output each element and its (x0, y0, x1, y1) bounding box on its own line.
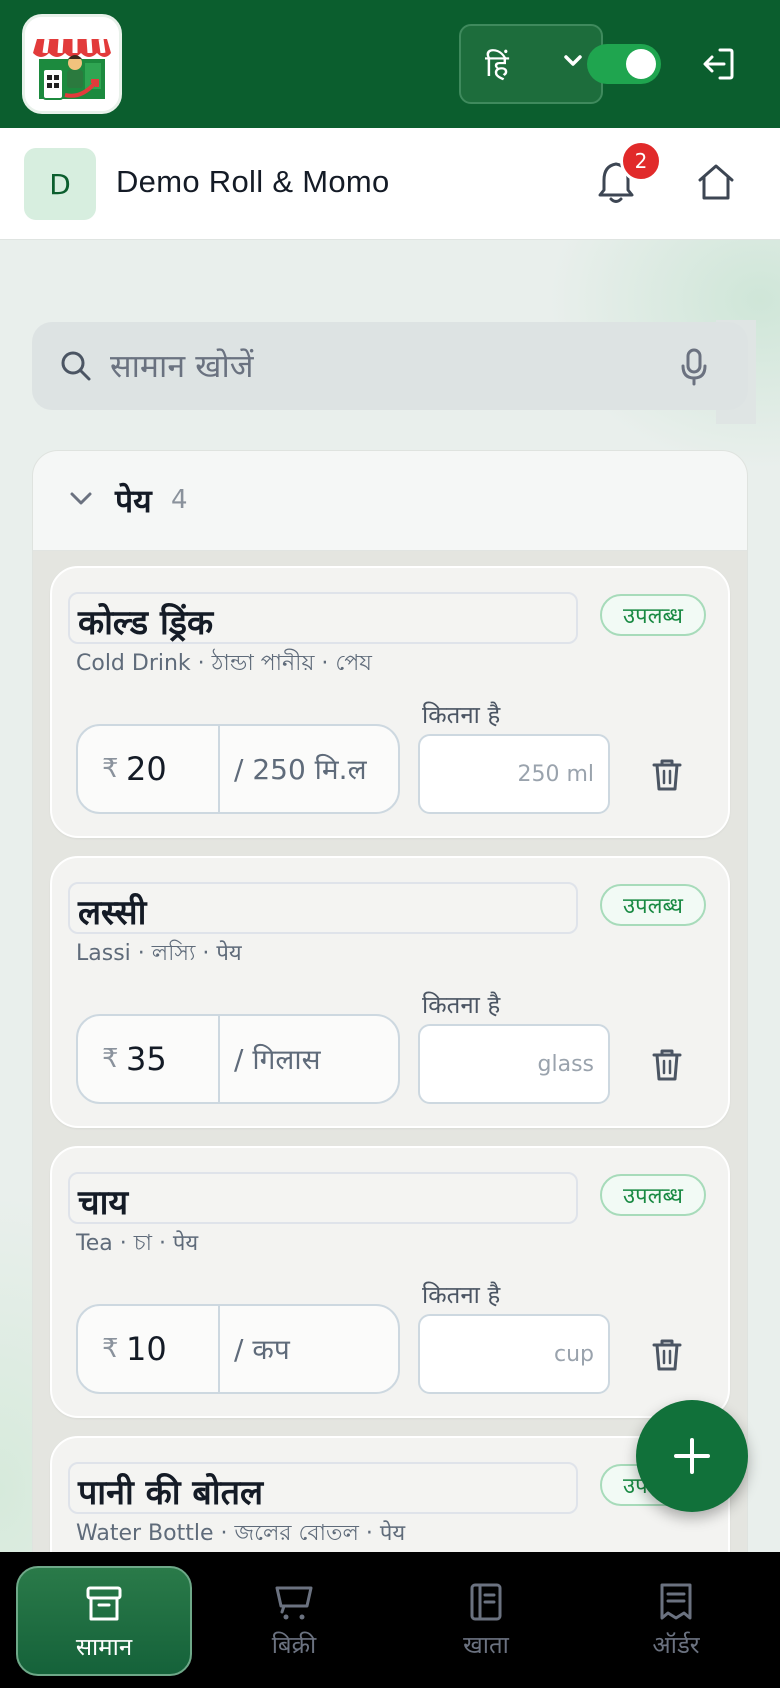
quantity-input[interactable]: cup (418, 1314, 610, 1394)
item-name-field[interactable]: पानी की बोतल (68, 1462, 578, 1514)
item-name: कोल्ड ड्रिंक (78, 603, 214, 643)
nav-item-sales[interactable]: बिक्री (206, 1566, 382, 1676)
rupee-symbol: ₹ (102, 1044, 119, 1074)
nav-label: खाता (463, 1631, 509, 1659)
plus-icon (674, 1438, 710, 1474)
notification-badge: 2 (620, 140, 662, 182)
shop-name: Demo Roll & Momo (116, 164, 390, 199)
trash-icon[interactable] (652, 758, 682, 792)
language-select[interactable]: हिं (459, 24, 603, 104)
item-card: चाय उपलब्ध Tea · চা · पेय कितना है ₹ 10 … (50, 1146, 730, 1418)
search-input[interactable]: सामान खोजें (32, 322, 748, 410)
item-subtitle: Lassi · লস্যি · पेय (76, 941, 242, 966)
price-value[interactable]: 10 (126, 1330, 167, 1368)
chevron-down-icon (564, 55, 582, 66)
home-icon[interactable] (696, 162, 736, 202)
price-unit[interactable]: / 250 मि.ल (234, 750, 367, 788)
trash-icon[interactable] (652, 1338, 682, 1372)
microphone-icon[interactable] (680, 348, 708, 386)
price-divider (218, 726, 220, 812)
price-unit[interactable]: / गिलास (234, 1040, 321, 1078)
price-divider (218, 1306, 220, 1392)
item-name: पानी की बोतल (78, 1473, 264, 1513)
item-name-field[interactable]: कोल्ड ड्रिंक (68, 592, 578, 644)
status-badge[interactable]: उपलब्ध (600, 884, 706, 926)
category-count: 4 (171, 485, 188, 515)
price-unit[interactable]: / कप (234, 1330, 290, 1368)
item-subtitle: Tea · চা · पेय (76, 1231, 199, 1256)
shop-logo[interactable] (22, 14, 122, 114)
status-badge[interactable]: उपलब्ध (600, 594, 706, 636)
trash-icon[interactable] (652, 1048, 682, 1082)
language-select-value: हिं (485, 48, 509, 84)
item-name-field[interactable]: लस्सी (68, 882, 578, 934)
quantity-placeholder: cup (553, 1342, 594, 1367)
add-item-button[interactable] (636, 1400, 748, 1512)
top-app-bar: हिं (0, 0, 780, 128)
status-badge[interactable]: उपलब्ध (600, 1174, 706, 1216)
chevron-down-icon (70, 492, 92, 505)
nav-item-items[interactable]: सामान (16, 1566, 192, 1676)
shop-header: D Demo Roll & Momo 2 (0, 128, 780, 240)
quantity-label: कितना है (422, 1281, 501, 1309)
price-value[interactable]: 20 (126, 750, 167, 788)
price-field[interactable]: ₹ 20 / 250 मि.ल (76, 724, 400, 814)
nav-label: सामान (75, 1633, 133, 1661)
price-value[interactable]: 35 (126, 1040, 167, 1078)
price-divider (218, 1016, 220, 1102)
nav-item-orders[interactable]: ऑर्डर (588, 1566, 764, 1676)
nav-label: बिक्री (271, 1631, 317, 1659)
search-icon (61, 351, 91, 381)
price-field[interactable]: ₹ 10 / कप (76, 1304, 400, 1394)
category-header[interactable]: पेय 4 (33, 451, 747, 551)
quantity-label: कितना है (422, 991, 501, 1019)
shop-avatar[interactable]: D (24, 148, 96, 220)
receipt-icon (660, 1583, 692, 1620)
quantity-label: कितना है (422, 701, 501, 729)
item-subtitle: Water Bottle · জলের বোতল · पेय (76, 1521, 406, 1546)
quantity-input[interactable]: glass (418, 1024, 610, 1104)
toggle-knob (626, 49, 656, 79)
price-field[interactable]: ₹ 35 / गिलास (76, 1014, 400, 1104)
online-toggle[interactable] (587, 44, 661, 84)
item-name-field[interactable]: चाय (68, 1172, 578, 1224)
bottom-navigation: सामान बिक्री खाता ऑर्डर (0, 1552, 780, 1688)
rupee-symbol: ₹ (102, 1334, 119, 1364)
logout-icon[interactable] (700, 44, 736, 84)
item-subtitle: Cold Drink · ঠান্ডা পানীয় · পেয (76, 651, 372, 676)
quantity-input[interactable]: 250 ml (418, 734, 610, 814)
item-name: लस्सी (78, 893, 147, 933)
quantity-placeholder: glass (537, 1052, 594, 1077)
cart-icon (275, 1586, 313, 1620)
item-card: कोल्ड ड्रिंक उपलब्ध Cold Drink · ঠান্ডা … (50, 566, 730, 838)
rupee-symbol: ₹ (102, 754, 119, 784)
quantity-placeholder: 250 ml (517, 762, 594, 787)
search-placeholder: सामान खोजें (110, 347, 254, 385)
ledger-icon (470, 1583, 502, 1621)
item-name: चाय (78, 1183, 129, 1223)
item-card: लस्सी उपलब्ध Lassi · লস্যি · पेय कितना ह… (50, 856, 730, 1128)
nav-item-ledger[interactable]: खाता (398, 1566, 574, 1676)
nav-label: ऑर्डर (652, 1631, 700, 1659)
category-name: पेय (115, 482, 152, 520)
box-icon (86, 1586, 122, 1621)
